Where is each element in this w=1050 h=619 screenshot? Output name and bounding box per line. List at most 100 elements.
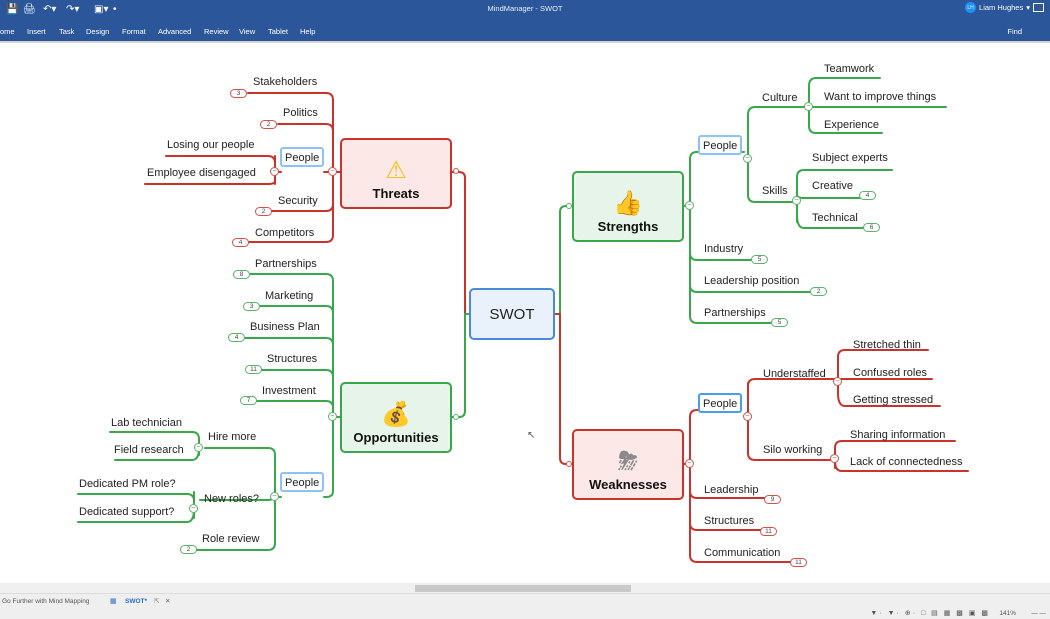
subtopic-politics[interactable]: Politics [283, 107, 318, 119]
subtopic-leadership-position[interactable]: Leadership position [704, 275, 799, 287]
subtopic-stakeholders[interactable]: Stakeholders [253, 76, 317, 88]
collapse-skills-icon[interactable]: − [792, 196, 801, 205]
zoom-level[interactable]: 141% [999, 610, 1016, 617]
subtopic-partnerships[interactable]: Partnerships [704, 307, 766, 319]
subtopic-silo-working[interactable]: Silo working [763, 444, 822, 456]
topic-weaknesses[interactable]: ⛈ Weaknesses [572, 429, 684, 500]
collapse-weaknesses-icon[interactable]: − [685, 459, 694, 468]
mouse-cursor-icon: ↖ [527, 430, 536, 441]
subtopic-skills[interactable]: Skills [762, 185, 788, 197]
tab-task[interactable]: Task [59, 27, 74, 36]
find-button[interactable]: Find [1007, 27, 1022, 36]
subtopic-dedicated-pm-role[interactable]: Dedicated PM role? [79, 478, 176, 490]
subtopic-industry[interactable]: Industry [704, 243, 743, 255]
subtopic-employee-disengaged[interactable]: Employee disengaged [147, 167, 256, 179]
count-badge: 5 [751, 255, 768, 264]
tab-review[interactable]: Review [204, 27, 229, 36]
subtopic-structures[interactable]: Structures [267, 353, 317, 365]
subtopic-experience[interactable]: Experience [824, 119, 879, 131]
subtopic-getting-stressed[interactable]: Getting stressed [853, 394, 933, 406]
central-topic-label: SWOT [489, 305, 535, 323]
tab-view[interactable]: View [239, 27, 255, 36]
subtopic-hire-more[interactable]: Hire more [208, 431, 256, 443]
connector-threats-icon [453, 168, 459, 174]
subtopic-losing-our-people[interactable]: Losing our people [167, 139, 254, 151]
subtopic-strengths-people[interactable]: People [698, 135, 743, 155]
subtopic-opportunities-people[interactable]: People [280, 472, 325, 492]
subtopic-lack-of-connectedness[interactable]: Lack of connectedness [850, 456, 963, 468]
tab-advanced[interactable]: Advanced [158, 27, 191, 36]
count-badge: 8 [233, 270, 250, 279]
subtopic-teamwork[interactable]: Teamwork [824, 63, 874, 75]
subtopic-investment[interactable]: Investment [262, 385, 316, 397]
collapse-threats-icon[interactable]: − [328, 167, 337, 176]
subtopic-role-review[interactable]: Role review [202, 533, 259, 545]
central-topic[interactable]: SWOT [469, 288, 555, 340]
count-badge: 11 [245, 365, 262, 374]
subtopic-partnerships[interactable]: Partnerships [255, 258, 317, 270]
horizontal-scrollbar[interactable] [0, 583, 1050, 593]
tab-tablet[interactable]: Tablet [268, 27, 288, 36]
subtopic-competitors[interactable]: Competitors [255, 227, 314, 239]
collapse-silo-working-icon[interactable]: − [830, 454, 839, 463]
topic-opportunities[interactable]: 💰 Opportunities [340, 382, 452, 453]
subtopic-confused-roles[interactable]: Confused roles [853, 367, 927, 379]
tab-design[interactable]: Design [86, 27, 109, 36]
collapse-strengths-icon[interactable]: − [685, 201, 694, 210]
subtopic-field-research[interactable]: Field research [114, 444, 184, 456]
zoom-slider[interactable]: — — [1031, 610, 1046, 617]
subtopic-structures[interactable]: Structures [704, 515, 754, 527]
collapse-understaffed-icon[interactable]: − [833, 377, 842, 386]
user-account[interactable]: LH Liam Hughes ▾ [965, 2, 1030, 13]
money-bag-icon: 💰 [381, 401, 411, 428]
subtopic-weaknesses-people[interactable]: People [698, 393, 743, 413]
subtopic-threats-people[interactable]: People [280, 147, 325, 167]
collapse-hire-more-icon[interactable]: − [194, 443, 203, 452]
subtopic-leadership[interactable]: Leadership [704, 484, 758, 496]
map-document-icon: ▦ [110, 598, 117, 605]
subtopic-want-to-improve-things[interactable]: Want to improve things [824, 91, 936, 103]
pin-tab-icon[interactable]: ⇱ [154, 596, 159, 608]
close-tab-icon[interactable]: ✕ [165, 596, 170, 608]
link-central-strengths [553, 205, 573, 315]
collapse-strengths-people-icon[interactable]: − [743, 154, 752, 163]
collapse-opportunities-people-icon[interactable]: − [270, 492, 279, 501]
subtopic-new-roles[interactable]: New roles? [204, 493, 259, 505]
subtopic-marketing[interactable]: Marketing [265, 290, 313, 302]
collapse-threats-people-icon[interactable]: − [270, 167, 279, 176]
collapse-opportunities-icon[interactable]: − [328, 412, 337, 421]
scrollbar-thumb[interactable] [415, 585, 631, 592]
subtopic-sharing-information[interactable]: Sharing information [850, 429, 945, 441]
filter-icon[interactable]: ▼· ▼· ⊕· □ ▤ ▦ ▩ ▣ ▩ [870, 609, 990, 617]
subtopic-business-plan[interactable]: Business Plan [250, 321, 320, 333]
subtopic-subject-experts[interactable]: Subject experts [812, 152, 888, 164]
subtopic-security[interactable]: Security [278, 195, 318, 207]
subtopic-communication[interactable]: Communication [704, 547, 780, 559]
subtopic-label: People [703, 140, 738, 152]
subtopic-stretched-thin[interactable]: Stretched thin [853, 339, 921, 351]
topic-weaknesses-label: Weaknesses [589, 477, 667, 492]
user-name: Liam Hughes [979, 3, 1024, 12]
count-badge: 3 [243, 302, 260, 311]
count-badge: 11 [790, 558, 807, 567]
subtopic-dedicated-support[interactable]: Dedicated support? [79, 506, 174, 518]
tab-go-further[interactable]: Go Further with Mind Mapping [2, 596, 89, 608]
subtopic-creative[interactable]: Creative [812, 180, 853, 192]
subtopic-lab-technician[interactable]: Lab technician [111, 417, 182, 429]
topic-threats[interactable]: ⚠ Threats [340, 138, 452, 209]
collapse-weaknesses-people-icon[interactable]: − [743, 412, 752, 421]
subtopic-understaffed[interactable]: Understaffed [763, 368, 826, 380]
tab-format[interactable]: Format [122, 27, 146, 36]
subtopic-culture[interactable]: Culture [762, 92, 797, 104]
subtopic-technical[interactable]: Technical [812, 212, 858, 224]
restore-window-icon[interactable] [1033, 3, 1044, 12]
collapse-new-roles-icon[interactable]: − [189, 504, 198, 513]
topic-strengths[interactable]: 👍 Strengths [572, 171, 684, 242]
tab-home[interactable]: ome [0, 27, 15, 36]
subtopic-label: People [703, 398, 738, 410]
tab-help[interactable]: Help [300, 27, 315, 36]
tab-swot[interactable]: SWOT* [125, 596, 147, 608]
tab-insert[interactable]: Insert [27, 27, 46, 36]
collapse-culture-icon[interactable]: − [804, 102, 813, 111]
map-canvas[interactable]: SWOT ⚠ Threats − Stakeholders 3 Politics… [0, 43, 1050, 583]
